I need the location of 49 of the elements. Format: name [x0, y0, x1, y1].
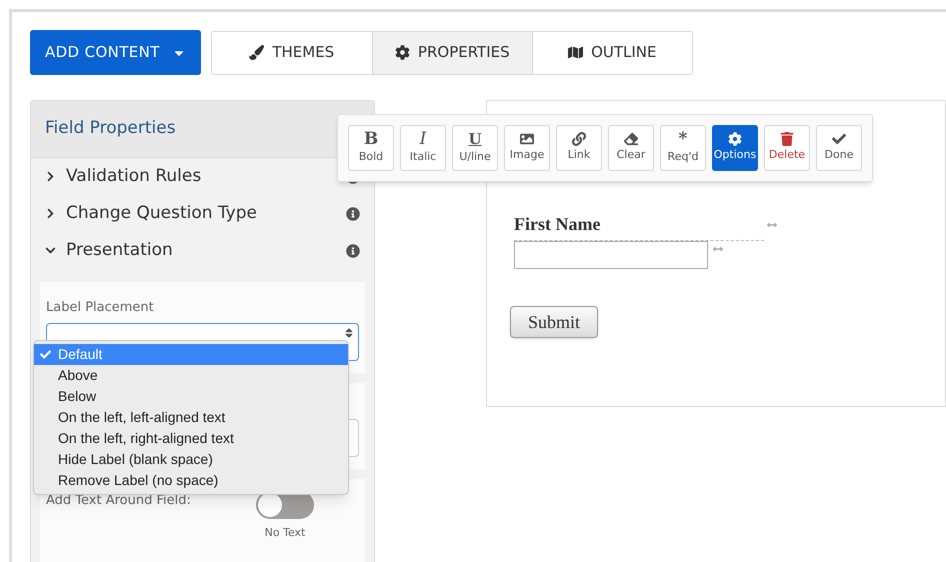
toolbar-button[interactable]: Clear	[608, 125, 654, 171]
link-icon	[572, 132, 586, 146]
toolbar-button[interactable]: Link	[556, 125, 602, 171]
dropdown-option[interactable]: On the left, right-aligned text	[34, 428, 348, 449]
brush-icon	[249, 45, 264, 60]
toolbar-button[interactable]: Options	[712, 125, 758, 171]
add-content-button[interactable]: ADD CONTENT	[30, 30, 201, 75]
toolbar-button[interactable]: B Bold	[348, 125, 394, 171]
italic-icon: I	[420, 130, 426, 148]
tab[interactable]: PROPERTIES	[372, 32, 532, 74]
check-icon	[832, 132, 846, 146]
toolbar-button[interactable]: * Req'd	[660, 125, 706, 171]
panel-title: Field Properties	[45, 117, 176, 140]
check-icon	[40, 349, 51, 360]
chevron-icon	[45, 171, 56, 182]
eraser-icon	[624, 132, 638, 146]
text-input[interactable]	[514, 241, 708, 269]
toolbar-button[interactable]: I Italic	[400, 125, 446, 171]
toolbar-button[interactable]: Delete	[764, 125, 810, 171]
dropdown-option[interactable]: Above	[34, 365, 348, 386]
chevron-icon	[45, 208, 56, 220]
chevron-icon	[45, 245, 56, 256]
info-icon	[346, 206, 360, 221]
toolbar-button[interactable]: Image	[504, 125, 550, 171]
map-icon	[568, 45, 584, 60]
field-label: Label Placement	[46, 298, 155, 316]
dropdown-option[interactable]: Default	[34, 344, 348, 365]
toolbar-button[interactable]: Done	[816, 125, 862, 171]
underline-icon: U	[468, 130, 482, 148]
toolbar-button[interactable]: U U/line	[452, 125, 498, 171]
accordion-section[interactable]: Presentation	[31, 232, 374, 270]
resize-icon	[710, 244, 726, 254]
toggle-label: No Text	[264, 525, 306, 541]
info-icon	[346, 244, 360, 258]
gear-icon	[728, 132, 742, 146]
sort-icon	[344, 327, 354, 339]
trash-icon	[780, 132, 794, 146]
gear-icon	[394, 45, 410, 60]
dropdown-option[interactable]: Below	[34, 386, 348, 407]
glyph-icon: *	[678, 130, 688, 148]
tab[interactable]: OUTLINE	[532, 32, 692, 74]
glyph-icon: B	[364, 130, 378, 148]
dropdown-option[interactable]: Remove Label (no space)	[34, 470, 348, 491]
dropdown-option[interactable]: Hide Label (blank space)	[34, 449, 348, 470]
accordion-section[interactable]: Change Question Type	[31, 195, 374, 232]
field-label: First Name	[514, 213, 602, 236]
dropdown-option[interactable]: On the left, left-aligned text	[34, 407, 348, 428]
image-icon	[520, 132, 534, 146]
submit-button[interactable]: Submit	[510, 306, 598, 338]
